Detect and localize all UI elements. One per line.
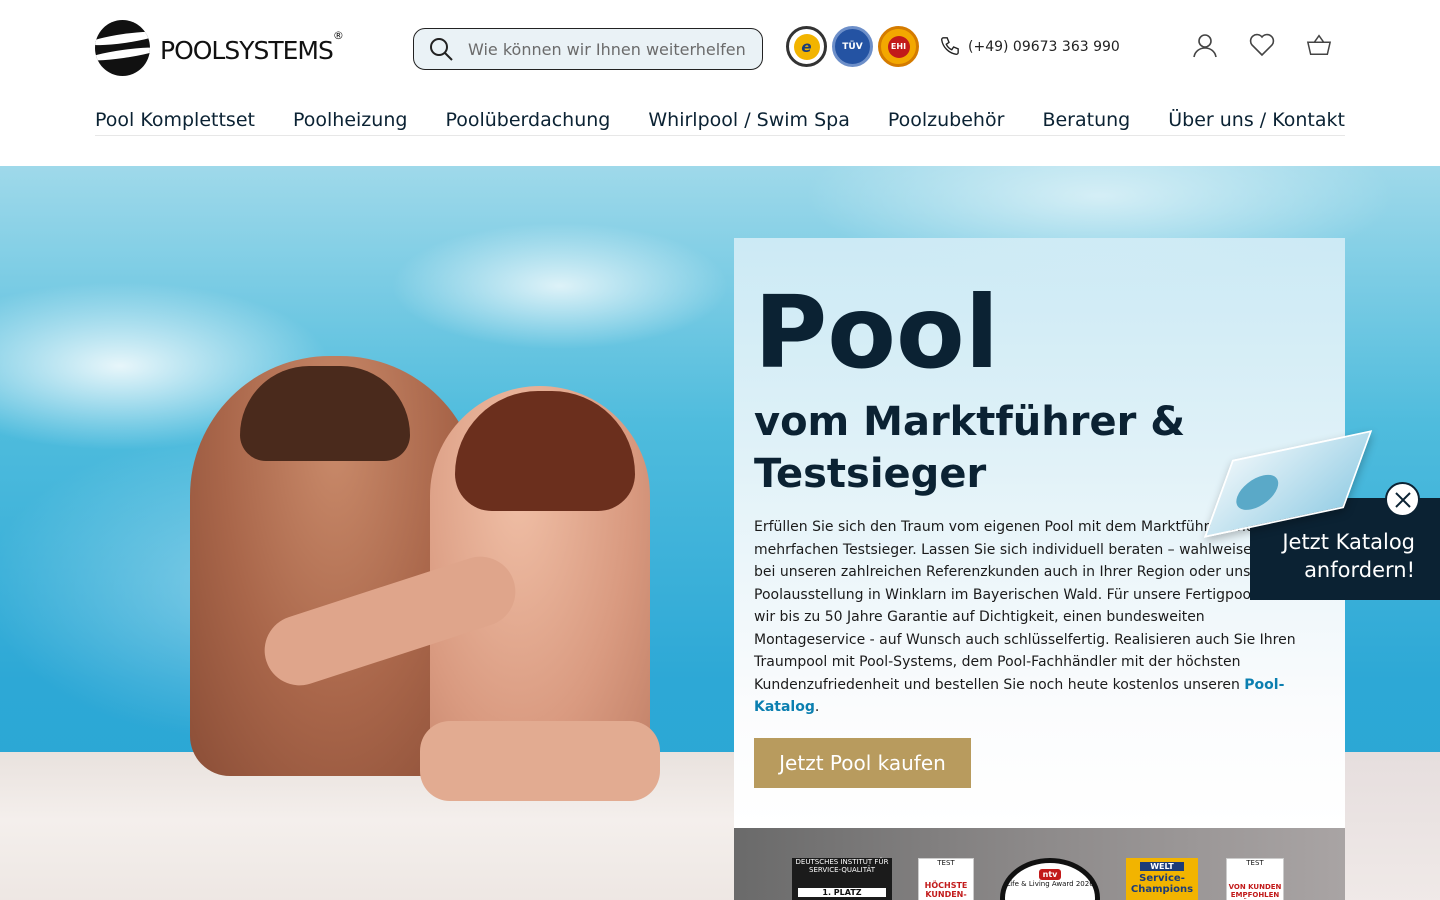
nav-poolueberdachung[interactable]: Poolüberdachung [445,108,610,135]
search-input[interactable] [468,39,758,59]
logo[interactable]: POOLSYSTEMS® [95,19,360,77]
logo-text: POOLSYSTEMS® [160,29,344,65]
award-ntv: ntv Life & Living Award 2026 [1000,858,1100,900]
close-icon [1394,491,1411,508]
hero-title: Pool [754,274,999,391]
award-dsq: DEUTSCHES INSTITUT FÜR SERVICE-QUALITÄT 1… [792,858,892,900]
phone-icon [940,37,959,56]
search-bar[interactable] [413,28,763,70]
nav-pool-komplettset[interactable]: Pool Komplettset [95,108,255,135]
nav-poolzubehoer[interactable]: Poolzubehör [888,108,1005,135]
site-header: POOLSYSTEMS® e TÜV EHI (+49) 09673 363 9… [0,0,1440,166]
heart-icon [1249,33,1275,57]
award-test-empfohlen: TESTVON KUNDEN EMPFOHLEN HÖCHSTE [1226,858,1284,900]
logo-mark-icon [95,20,150,76]
basket-icon [1306,34,1332,56]
wishlist-button[interactable] [1249,32,1275,58]
popup-line2: anfordern! [1304,558,1415,582]
nav-ueber-uns-kontakt[interactable]: Über uns / Kontakt [1168,108,1345,135]
award-test-kunden: TEST HÖCHSTE KUNDEN- [918,858,974,900]
pool-ledge-right [1345,752,1440,900]
trust-seals: e TÜV EHI [786,26,919,67]
main-nav: Pool Komplettset Poolheizung Poolüberdac… [95,108,1345,136]
popup-line1: Jetzt Katalog [1282,530,1415,554]
hero-subtitle: vom Marktführer & Testsieger [754,399,1186,497]
hero-text: Erfüllen Sie sich den Traum vom eigenen … [754,519,1312,715]
cart-button[interactable] [1306,32,1332,58]
phone-number: (+49) 09673 363 990 [968,39,1120,55]
account-button[interactable] [1192,32,1218,58]
search-icon [430,38,453,61]
trusted-shops-seal[interactable]: e [786,26,827,67]
header-actions [1192,32,1332,58]
tuv-seal[interactable]: TÜV [832,26,873,67]
award-welt: WELT Service-Champions [1126,858,1198,900]
hero-image-hands [420,721,660,801]
ehi-seal[interactable]: EHI [878,26,919,67]
nav-beratung[interactable]: Beratung [1042,108,1130,135]
phone-link[interactable]: (+49) 09673 363 990 [938,36,1120,58]
nav-poolheizung[interactable]: Poolheizung [293,108,407,135]
nav-whirlpool-swim-spa[interactable]: Whirlpool / Swim Spa [648,108,849,135]
user-icon [1193,34,1217,58]
buy-pool-button[interactable]: Jetzt Pool kaufen [754,738,971,788]
popup-close-button[interactable] [1385,482,1420,517]
awards-strip: DEUTSCHES INSTITUT FÜR SERVICE-QUALITÄT 1… [734,828,1345,900]
